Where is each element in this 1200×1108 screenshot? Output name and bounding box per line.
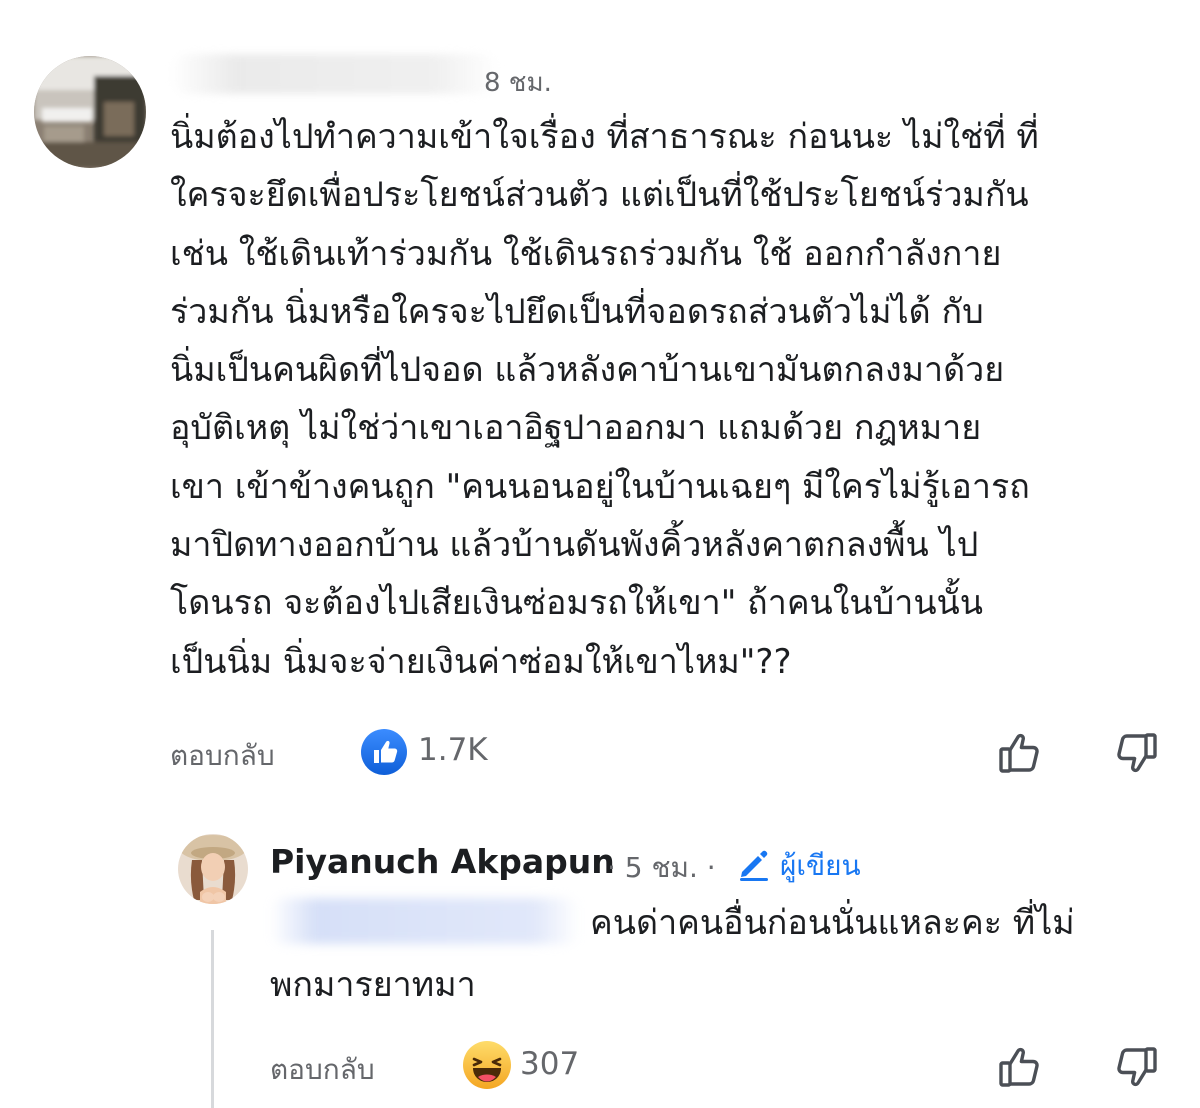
reply-author-avatar[interactable] — [178, 834, 248, 904]
comment-line: นิ่มต้องไปทำความเข้าใจเรื่อง ที่สาธารณะ … — [170, 117, 1039, 157]
comment-line: เป็นนิ่ม นิ่มจะจ่ายเงินค่าซ่อมให้เขาไหม"… — [170, 641, 792, 682]
comment-line: ร่วมกัน นิ่มหรือใครจะไปยึดเป็นที่จอดรถส่… — [170, 291, 984, 332]
thumbs-down-icon[interactable] — [1110, 1042, 1160, 1092]
reply-line: พกมารยาทมา — [270, 965, 476, 1005]
reply-button[interactable]: ตอบกลับ — [170, 734, 275, 778]
reply-line: คนด่าคนอื่นก่อนนั่นแหละคะ ที่ไม่ — [590, 903, 1075, 943]
avatar-photo — [34, 56, 146, 168]
reply-body: คนด่าคนอื่นก่อนนั่นแหละคะ ที่ไม่ พกมารยา… — [270, 892, 1170, 1016]
reaction-count[interactable]: 1.7K — [418, 732, 488, 768]
thumbs-up-icon[interactable] — [996, 728, 1046, 778]
thumbs-up-icon[interactable] — [996, 1042, 1046, 1092]
reply-button[interactable]: ตอบกลับ — [270, 1048, 375, 1092]
comment-line: อุบัติเหตุ ไม่ใช่ว่าเขาเอาอิฐปาออกมา แถม… — [170, 408, 982, 449]
reaction-count[interactable]: 307 — [520, 1046, 579, 1082]
thread-connector — [211, 930, 214, 1108]
comment-line: โดนรถ จะต้องไปเสียเงินซ่อมรถให้เขา" ถ้าค… — [170, 583, 984, 624]
commenter-avatar[interactable] — [34, 56, 146, 168]
haha-icon[interactable] — [462, 1040, 512, 1090]
like-icon[interactable] — [360, 728, 408, 776]
comment-timestamp: 8 ชม. — [484, 68, 552, 98]
comment-line: ใครจะยึดเพื่อประโยชน์ส่วนตัว แต่เป็นที่ใ… — [170, 175, 1029, 216]
comment-line: เช่น ใช้เดินเท้าร่วมกัน ใช้เดินรถร่วมกัน… — [170, 233, 1002, 274]
commenter-name-redacted — [170, 54, 500, 94]
comment-line: เขา เข้าข้างคนถูก "คนนอนอยู่ในบ้านเฉยๆ ม… — [170, 466, 1030, 507]
comment-line: มาปิดทางออกบ้าน แล้วบ้านดันพังคิ้วหลังคา… — [170, 525, 979, 566]
reply-author-name[interactable]: Piyanuch Akpapun — [270, 842, 615, 881]
author-badge: ผู้เขียน — [780, 849, 861, 882]
comment-line: นิ่มเป็นคนผิดที่ไปจอด แล้วหลังคาบ้านเขาม… — [170, 350, 1005, 391]
thumbs-down-icon[interactable] — [1110, 728, 1160, 778]
avatar-photo — [178, 834, 248, 904]
reply-timestamp: · 5 ชม. · — [607, 851, 716, 884]
pencil-icon — [736, 846, 772, 882]
comment-body: นิ่มต้องไปทำความเข้าใจเรื่อง ที่สาธารณะ … — [170, 108, 1180, 691]
